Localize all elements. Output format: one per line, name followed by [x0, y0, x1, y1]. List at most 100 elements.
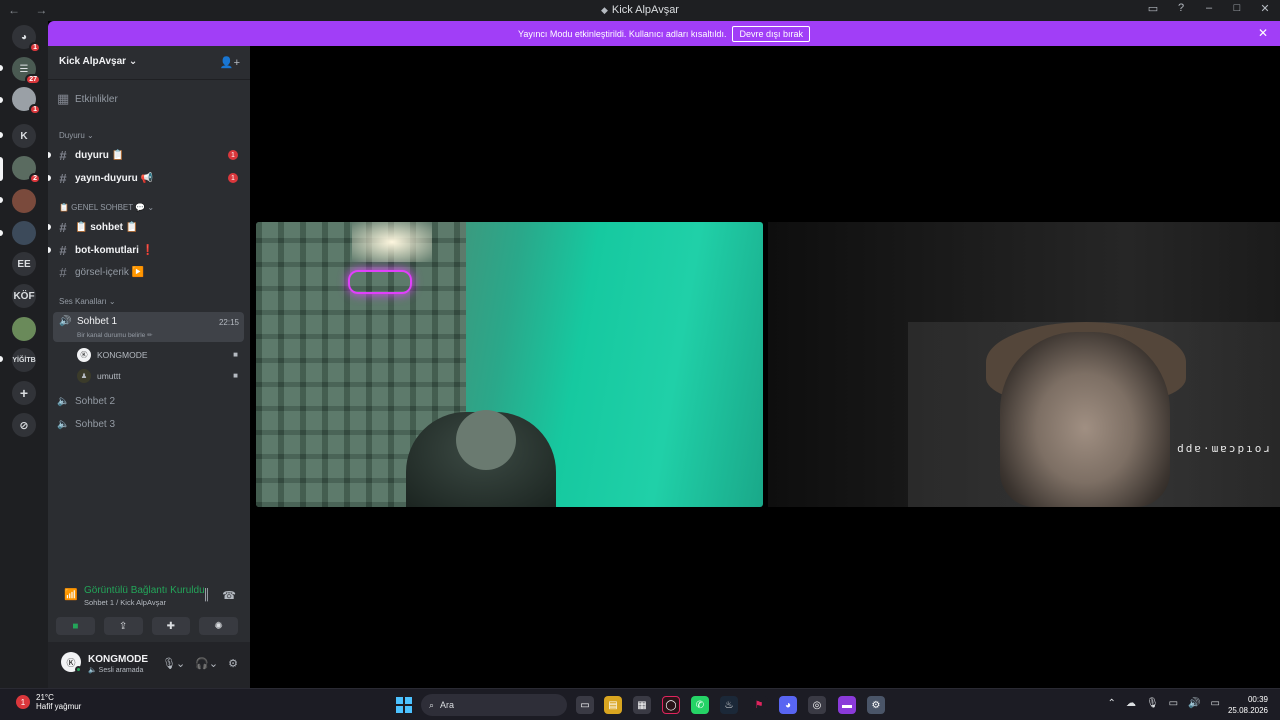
store-icon[interactable]: ▦ [633, 696, 651, 714]
server-icon-1[interactable]: ☰ 27 [12, 57, 41, 85]
server-badge: 2 [29, 173, 41, 184]
network-icon[interactable]: ▭ [1169, 698, 1178, 709]
server-icon-2[interactable]: 1 [12, 87, 41, 115]
channel-gorsel-icerik[interactable]: # görsel-içerik ▶️ [57, 265, 144, 280]
microphone-icon[interactable]: 🎙⌄ [162, 657, 185, 670]
settings-app-icon[interactable]: ⚙ [867, 696, 885, 714]
category-ses-kanallari[interactable]: Ses Kanalları ⌄ [59, 297, 116, 306]
events-link[interactable]: ▦ Etkinlikler [57, 91, 118, 107]
explore-icon[interactable]: ⊘ [12, 413, 36, 437]
banner-close-icon[interactable]: ✕ [1258, 26, 1268, 40]
signal-icon: 📶 [64, 589, 78, 601]
server-rail: ◕ 1 ☰ 27 1 K 2 EE KÖF YİĞİTB + ⊘ [0, 21, 48, 688]
category-duyuru[interactable]: Duyuru ⌄ [59, 131, 94, 140]
voice-channel-sohbet-3[interactable]: 🔈 Sohbet 3 [57, 419, 115, 430]
video-tile-kongmode[interactable] [256, 222, 763, 507]
help-icon[interactable]: ? [1174, 2, 1188, 15]
hash-icon: # [59, 243, 67, 258]
app-icon[interactable]: ⚑ [750, 696, 768, 714]
voice-user[interactable]: Ⓚ KONGMODE [77, 348, 148, 362]
soundboard-button[interactable]: ✺ [199, 617, 238, 635]
server-icon-7[interactable] [12, 221, 36, 245]
channel-label: görsel-içerik ▶️ [75, 267, 145, 278]
channel-label: yayın-duyuru 📢 [75, 173, 154, 184]
noise-suppression-icon[interactable]: ║ [203, 589, 211, 602]
username[interactable]: KONGMODE [88, 654, 148, 665]
file-explorer-icon[interactable]: ▤ [604, 696, 622, 714]
events-label: Etkinlikler [75, 93, 118, 105]
server-name-header[interactable]: Kick AlpAvşar ⌄ [59, 56, 137, 67]
voice-controls: ║ ☎ [203, 589, 237, 602]
camera-button[interactable]: ■ [56, 617, 95, 635]
taskbar-clock[interactable]: 00:39 25.08.2026 [1228, 694, 1268, 716]
server-icon-ee[interactable]: EE [12, 252, 36, 276]
inbox-icon[interactable]: ▭ [1146, 2, 1160, 15]
video-tile-umuttt[interactable]: ddɐ·ɯɐɔpıoɹ [768, 222, 1280, 507]
voice-user[interactable]: ♟ umuttt [77, 369, 121, 383]
server-icon-k[interactable]: K [12, 124, 36, 148]
title-bar: ← → ◆ Kick AlpAvşar ▭ ? – □ ✕ [0, 0, 1280, 21]
connection-status[interactable]: Görüntülü Bağlantı Kuruldu [84, 585, 205, 596]
hash-icon: # [59, 171, 67, 186]
user-panel: Ⓚ KONGMODE 🔈 Sesli aramada 🎙⌄ 🎧⌄ ⚙ [48, 642, 250, 688]
disable-streamer-mode-button[interactable]: Devre dışı bırak [732, 25, 810, 42]
camera-icon: ■ [233, 371, 238, 380]
server-icon-kof[interactable]: KÖF [12, 284, 36, 308]
unread-indicator [48, 152, 51, 158]
server-badge: 27 [25, 74, 41, 85]
obs-icon[interactable]: ◎ [808, 696, 826, 714]
activities-button[interactable]: ✚ [151, 617, 191, 635]
onedrive-icon[interactable]: ☁ [1126, 698, 1136, 709]
server-icon-10[interactable] [12, 317, 36, 341]
window-title: ◆ Kick AlpAvşar [601, 4, 679, 16]
video-person-head [456, 410, 516, 470]
unread-pill [0, 356, 3, 362]
taskbar-search[interactable]: ⌕ Ara [421, 694, 567, 716]
steam-icon[interactable]: ♨ [720, 696, 738, 714]
opera-icon[interactable]: ◯ [662, 696, 680, 714]
channel-status-prompt[interactable]: Bir kanal durumu belirle ✏ [77, 331, 153, 339]
unread-pill [0, 230, 3, 236]
start-button[interactable] [396, 697, 412, 713]
server-icon-kick[interactable]: 2 [12, 156, 41, 184]
discord-icon: ◆ [601, 5, 608, 15]
volume-icon[interactable]: 🔊 [1188, 698, 1200, 709]
voice-user-name: KONGMODE [97, 350, 148, 360]
channel-duyuru[interactable]: # duyuru 📋 [57, 148, 124, 163]
invite-icon[interactable]: 👤+ [220, 56, 240, 69]
maximize-button[interactable]: □ [1230, 2, 1244, 15]
task-view-icon[interactable]: ▭ [576, 696, 594, 714]
channel-label: bot-komutlari ❗ [75, 245, 155, 256]
whatsapp-icon[interactable]: ✆ [691, 696, 709, 714]
mic-tray-icon[interactable]: 🎙 [1146, 698, 1159, 709]
close-window-button[interactable]: ✕ [1258, 2, 1272, 15]
channel-sohbet[interactable]: # 📋 sohbet 📋 [57, 220, 138, 235]
connection-location[interactable]: Sohbet 1 / Kick AlpAvşar [84, 598, 166, 607]
server-icon-yigitb[interactable]: YİĞİTB [12, 348, 36, 372]
minimize-button[interactable]: – [1202, 2, 1216, 15]
voice-channel-sohbet-2[interactable]: 🔈 Sohbet 2 [57, 396, 115, 407]
direct-messages-icon[interactable]: ◕ 1 [12, 25, 41, 53]
add-server-icon[interactable]: + [12, 381, 36, 405]
category-genel-sohbet[interactable]: 📋 GENEL SOHBET 💬 ⌄ [59, 203, 154, 212]
headphones-icon[interactable]: 🎧⌄ [195, 657, 218, 670]
settings-gear-icon[interactable]: ⚙ [228, 657, 238, 670]
weather-widget[interactable]: 1 21°C Hafif yağmur [16, 693, 81, 711]
voice-channel-sohbet-1[interactable]: 🔊 Sohbet 1 22:15 Bir kanal durumu belirl… [53, 312, 244, 342]
channel-bot-komutlari[interactable]: # bot-komutlari ❗ [57, 243, 154, 258]
voice-user-name: umuttt [97, 371, 121, 381]
app-icon-purple[interactable]: ▬ [838, 696, 856, 714]
calendar-icon: ▦ [57, 91, 70, 106]
screen-share-button[interactable]: ⇪ [103, 617, 143, 635]
avatar: ♟ [77, 369, 91, 383]
show-hidden-icons[interactable]: ⌃ [1108, 698, 1116, 709]
unread-pill [0, 197, 3, 203]
discord-taskbar-icon[interactable]: ◕ [779, 696, 797, 714]
camera-icon: ■ [233, 350, 238, 359]
server-icon-6[interactable] [12, 189, 36, 213]
channel-yayin-duyuru[interactable]: # yayın-duyuru 📢 [57, 171, 153, 186]
battery-icon[interactable]: ▭ [1211, 698, 1220, 709]
disconnect-icon[interactable]: ☎ [222, 589, 236, 602]
unread-pill [0, 132, 3, 138]
neon-sign [348, 270, 412, 294]
